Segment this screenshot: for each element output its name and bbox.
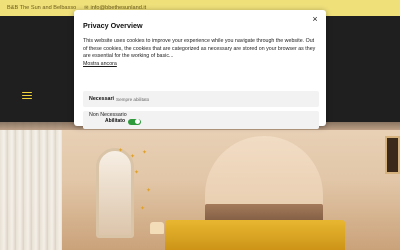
show-more-link[interactable]: Mostra ancora <box>83 61 117 67</box>
category-name: Necessari <box>89 96 115 102</box>
modal-title: Privacy Overview <box>83 21 143 30</box>
close-icon[interactable]: × <box>310 14 320 24</box>
category-status: Sempre abilitato <box>116 96 150 102</box>
non-necessary-toggle[interactable] <box>128 118 141 125</box>
non-necessary-block: Non Necessario Abilitato <box>89 112 141 125</box>
cookie-category-non-necessary[interactable]: Non Necessario Abilitato <box>83 111 319 129</box>
privacy-overview-modal: Privacy Overview × This website uses coo… <box>74 10 326 129</box>
cookie-category-necessary[interactable]: Necessari Sempre abilitato <box>83 91 319 107</box>
privacy-description: This website uses cookies to improve you… <box>83 38 316 60</box>
toggle-label: Abilitato <box>105 118 125 124</box>
toggle-knob <box>135 119 141 125</box>
toggle-group: Abilitato <box>105 118 141 125</box>
